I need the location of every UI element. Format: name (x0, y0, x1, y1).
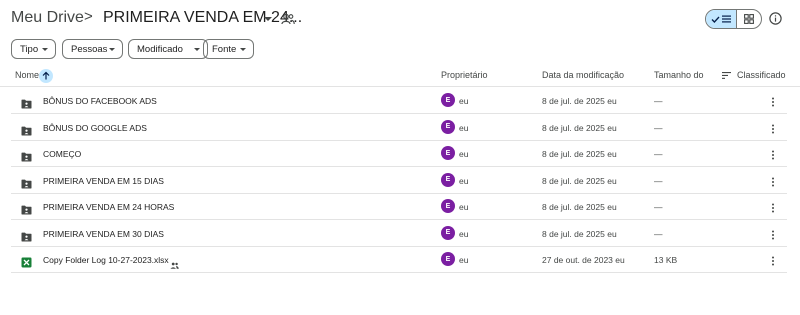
avatar[interactable]: E (441, 225, 455, 240)
file-size: — (654, 175, 663, 186)
shared-folder-icon (21, 202, 32, 215)
avatar[interactable]: E (441, 199, 455, 213)
filter-modificado-label: Modificado (137, 43, 183, 55)
avatar[interactable]: E (441, 252, 455, 266)
column-header-data-modificacao[interactable]: Data da modificação (542, 70, 624, 80)
column-header-proprietario[interactable]: Proprietário (441, 70, 488, 80)
file-row[interactable]: COMEÇO Eeu 8 de jul. de 2025 eu — (11, 141, 787, 167)
file-name[interactable]: PRIMEIRA VENDA EM 15 DIAS (43, 176, 164, 186)
shared-folder-icon (21, 96, 32, 109)
file-size: — (654, 202, 663, 212)
avatar[interactable]: E (441, 119, 455, 134)
header-bar: Meu Drive > PRIMEIRA VENDA EM 24... (0, 0, 800, 38)
breadcrumb-separator: > (84, 8, 93, 25)
more-actions-icon[interactable] (767, 148, 779, 160)
file-size: — (654, 122, 663, 133)
modified-date: 27 de out. de 2023 eu (542, 255, 625, 265)
file-name[interactable]: PRIMEIRA VENDA EM 30 DIAS (43, 229, 164, 239)
table-header: Nome Proprietário Data da modificação Ta… (0, 64, 800, 87)
shared-folder-icon (21, 149, 32, 162)
more-actions-icon[interactable] (767, 95, 779, 107)
file-row[interactable]: BÔNUS DO FACEBOOK ADS Eeu 8 de jul. de 202… (11, 88, 787, 114)
check-icon (711, 16, 720, 23)
people-icon[interactable] (281, 13, 295, 25)
arrow-up-icon (42, 71, 50, 80)
owner-label: eu (459, 122, 469, 133)
chevron-down-icon (194, 48, 200, 51)
file-row[interactable]: PRIMEIRA VENDA EM 24 HORAS Eeu 8 de jul. d… (11, 194, 787, 220)
file-row[interactable]: Copy Folder Log 10-27-2023.xlsx Eeu 27 de … (11, 247, 787, 273)
file-name[interactable]: BÔNUS DO GOOGLE ADS (43, 123, 147, 133)
breadcrumb-current-folder[interactable]: PRIMEIRA VENDA EM 24... (103, 9, 302, 27)
chevron-down-icon (42, 48, 48, 51)
grid-icon (744, 14, 754, 24)
shared-folder-icon (21, 123, 32, 135)
filter-pessoas-label: Pessoas (71, 43, 108, 55)
chevron-down-icon (240, 48, 246, 51)
column-header-classificado[interactable]: Classificado (737, 70, 786, 80)
filter-fonte-label: Fonte (212, 43, 237, 55)
owner-label: eu (459, 96, 469, 106)
list-icon (722, 15, 731, 23)
modified-date: 8 de jul. de 2025 eu (542, 149, 617, 159)
view-toggle (705, 9, 762, 29)
modified-date: 8 de jul. de 2025 eu (542, 122, 617, 133)
more-actions-icon[interactable] (767, 201, 779, 213)
filter-pessoas-chip[interactable]: Pessoas (62, 39, 123, 59)
filter-fonte-chip[interactable]: Fonte (203, 39, 254, 59)
file-size: — (654, 96, 663, 106)
grid-view-button[interactable] (737, 10, 761, 28)
excel-file-icon (21, 255, 32, 268)
file-name[interactable]: BÔNUS DO FACEBOOK ADS (43, 96, 157, 106)
breadcrumb-root[interactable]: Meu Drive (11, 9, 84, 27)
file-size: — (654, 149, 663, 159)
file-size: — (654, 228, 663, 239)
file-name[interactable]: PRIMEIRA VENDA EM 24 HORAS (43, 202, 174, 212)
more-actions-icon[interactable] (767, 175, 779, 187)
more-actions-icon[interactable] (767, 254, 779, 266)
column-header-nome[interactable]: Nome (15, 70, 39, 80)
owner-label: eu (459, 175, 469, 186)
modified-date: 8 de jul. de 2025 eu (542, 202, 617, 212)
modified-date: 8 de jul. de 2025 eu (542, 96, 617, 106)
file-row[interactable]: PRIMEIRA VENDA EM 30 DIAS Eeu 8 de jul. de… (11, 221, 787, 247)
file-row[interactable]: PRIMEIRA VENDA EM 15 DIAS Eeu 8 de jul. de… (11, 168, 787, 194)
info-icon[interactable] (769, 12, 782, 25)
shared-folder-icon (21, 229, 32, 241)
owner-label: eu (459, 149, 469, 159)
list-view-button[interactable] (706, 10, 737, 28)
sort-ascending-button[interactable] (39, 69, 53, 83)
modified-date: 8 de jul. de 2025 eu (542, 175, 617, 186)
avatar[interactable]: E (441, 93, 455, 107)
chevron-down-icon (109, 48, 115, 51)
column-header-tamanho[interactable]: Tamanho do (654, 70, 704, 80)
filter-tipo-label: Tipo (20, 43, 39, 55)
owner-label: eu (459, 255, 469, 265)
sort-options-icon[interactable] (722, 72, 731, 79)
file-size: 13 KB (654, 255, 678, 265)
file-name[interactable]: COMEÇO (43, 149, 81, 159)
modified-date: 8 de jul. de 2025 eu (542, 228, 617, 239)
avatar[interactable]: E (441, 172, 455, 187)
file-row[interactable]: BÔNUS DO GOOGLE ADS Eeu 8 de jul. de 2025 … (11, 115, 787, 141)
owner-label: eu (459, 228, 469, 239)
more-actions-icon[interactable] (767, 122, 779, 134)
owner-label: eu (459, 202, 469, 212)
chevron-down-icon[interactable] (264, 17, 272, 21)
avatar[interactable]: E (441, 146, 455, 160)
filter-tipo-chip[interactable]: Tipo (11, 39, 56, 59)
shared-people-icon (170, 256, 179, 269)
file-name[interactable]: Copy Folder Log 10-27-2023.xlsx (43, 255, 169, 265)
filter-modificado-chip[interactable]: Modificado (128, 39, 208, 59)
shared-folder-icon (21, 176, 32, 188)
more-actions-icon[interactable] (767, 228, 779, 240)
